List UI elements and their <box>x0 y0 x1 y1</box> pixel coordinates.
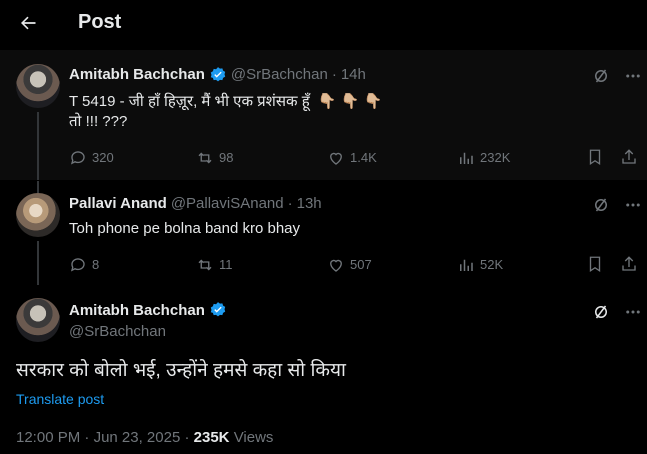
translate-post-link[interactable]: Translate post <box>16 391 104 407</box>
thread-line <box>37 181 39 193</box>
like-count: 507 <box>350 257 372 272</box>
tweet-corner <box>592 67 642 85</box>
thread-line <box>37 241 39 285</box>
post-text: T 5419 - जी हाँ हिज़ूर, मैं भी एक प्रशंस… <box>69 92 382 112</box>
more-options-icon[interactable] <box>624 67 642 85</box>
post-text-line: T 5419 - जी हाँ हिज़ूर, मैं भी एक प्रशंस… <box>69 93 310 110</box>
author-name[interactable]: Amitabh Bachchan <box>69 302 205 319</box>
tweet-item[interactable]: Pallavi Anand @PallaviSAnand · 13h Toh p… <box>0 181 647 285</box>
post-time[interactable]: 14h <box>341 65 366 85</box>
views-button[interactable]: 52K <box>457 255 503 275</box>
author-name[interactable]: Amitabh Bachchan <box>69 65 205 85</box>
avatar[interactable] <box>16 298 60 342</box>
reply-count: 8 <box>92 257 100 272</box>
author-row: Amitabh Bachchan @SrBachchan · 14h <box>69 65 366 85</box>
author-name[interactable]: Pallavi Anand <box>69 194 167 214</box>
thread-line <box>37 112 39 180</box>
main-post-text: सरकार को बोलो भई, उन्होंने हमसे कहा सो क… <box>16 360 346 381</box>
reply-button[interactable]: 320 <box>69 148 114 168</box>
author-handle[interactable]: @SrBachchan <box>231 65 328 85</box>
back-button[interactable] <box>14 9 42 37</box>
repost-count: 11 <box>219 257 233 272</box>
emoji: 👇🏼 👇🏼 👇🏼 <box>317 93 383 110</box>
post-date[interactable]: Jun 23, 2025 <box>94 429 181 446</box>
reply-icon <box>70 258 85 272</box>
heart-icon <box>330 259 342 272</box>
grok-icon[interactable] <box>592 303 610 321</box>
separator: · <box>184 429 190 446</box>
bookmark-button[interactable] <box>586 148 604 166</box>
views-count: 232K <box>480 150 511 165</box>
share-icon <box>622 256 636 271</box>
more-options-icon[interactable] <box>624 303 642 321</box>
share-icon <box>622 149 636 164</box>
post-text: Toh phone pe bolna band kro bhay <box>69 220 301 237</box>
main-post-corner <box>592 303 642 321</box>
like-button[interactable]: 507 <box>327 255 372 275</box>
post-time[interactable]: 13h <box>297 194 322 214</box>
grok-icon[interactable] <box>592 196 610 214</box>
reply-count: 320 <box>92 150 114 165</box>
bookmark-button[interactable] <box>586 255 604 273</box>
repost-icon <box>198 152 212 164</box>
repost-button[interactable]: 11 <box>196 255 233 275</box>
repost-icon <box>198 259 212 271</box>
grok-icon[interactable] <box>592 67 610 85</box>
post-meta: 12:00 PM · Jun 23, 2025 · 235K Views <box>16 429 273 446</box>
separator: · <box>287 195 293 212</box>
bookmark-icon <box>589 149 601 166</box>
separator: · <box>331 66 337 83</box>
tweet-item[interactable]: Amitabh Bachchan @SrBachchan · 14h T 541… <box>0 50 647 180</box>
reply-button[interactable]: 8 <box>69 255 99 275</box>
main-author-row: Amitabh Bachchan <box>69 301 231 319</box>
views-count: 52K <box>480 257 504 272</box>
views-label: Views <box>233 429 274 446</box>
arrow-left-icon <box>21 16 36 30</box>
reply-icon <box>70 151 85 165</box>
views-button[interactable]: 232K <box>457 148 510 168</box>
action-bar: 8 11 507 52K <box>69 255 639 275</box>
post-text-line-2: तो !!! ??? <box>69 113 128 130</box>
like-count: 1.4K <box>350 150 377 165</box>
share-button[interactable] <box>620 255 638 273</box>
page-title: Post <box>78 11 122 33</box>
tweet-corner <box>592 196 642 214</box>
repost-count: 98 <box>219 150 234 165</box>
avatar[interactable] <box>16 193 60 237</box>
post-time[interactable]: 12:00 PM <box>16 429 80 446</box>
author-row: Pallavi Anand @PallaviSAnand · 13h <box>69 194 322 214</box>
top-bar: Post <box>0 0 647 46</box>
author-handle[interactable]: @SrBachchan <box>69 323 166 340</box>
action-bar: 320 98 1.4K 232K <box>69 148 639 168</box>
views-count: 235K <box>193 429 230 446</box>
separator: · <box>84 429 90 446</box>
verified-badge-icon <box>209 301 227 319</box>
author-handle[interactable]: @PallaviSAnand <box>171 194 284 214</box>
repost-button[interactable]: 98 <box>196 148 233 168</box>
bookmark-icon <box>589 256 601 273</box>
heart-icon <box>330 152 342 165</box>
analytics-icon <box>460 152 473 164</box>
like-button[interactable]: 1.4K <box>327 148 377 168</box>
verified-badge-icon <box>209 66 227 84</box>
analytics-icon <box>460 259 473 271</box>
more-options-icon[interactable] <box>624 196 642 214</box>
share-button[interactable] <box>620 148 638 166</box>
avatar[interactable] <box>16 64 60 108</box>
